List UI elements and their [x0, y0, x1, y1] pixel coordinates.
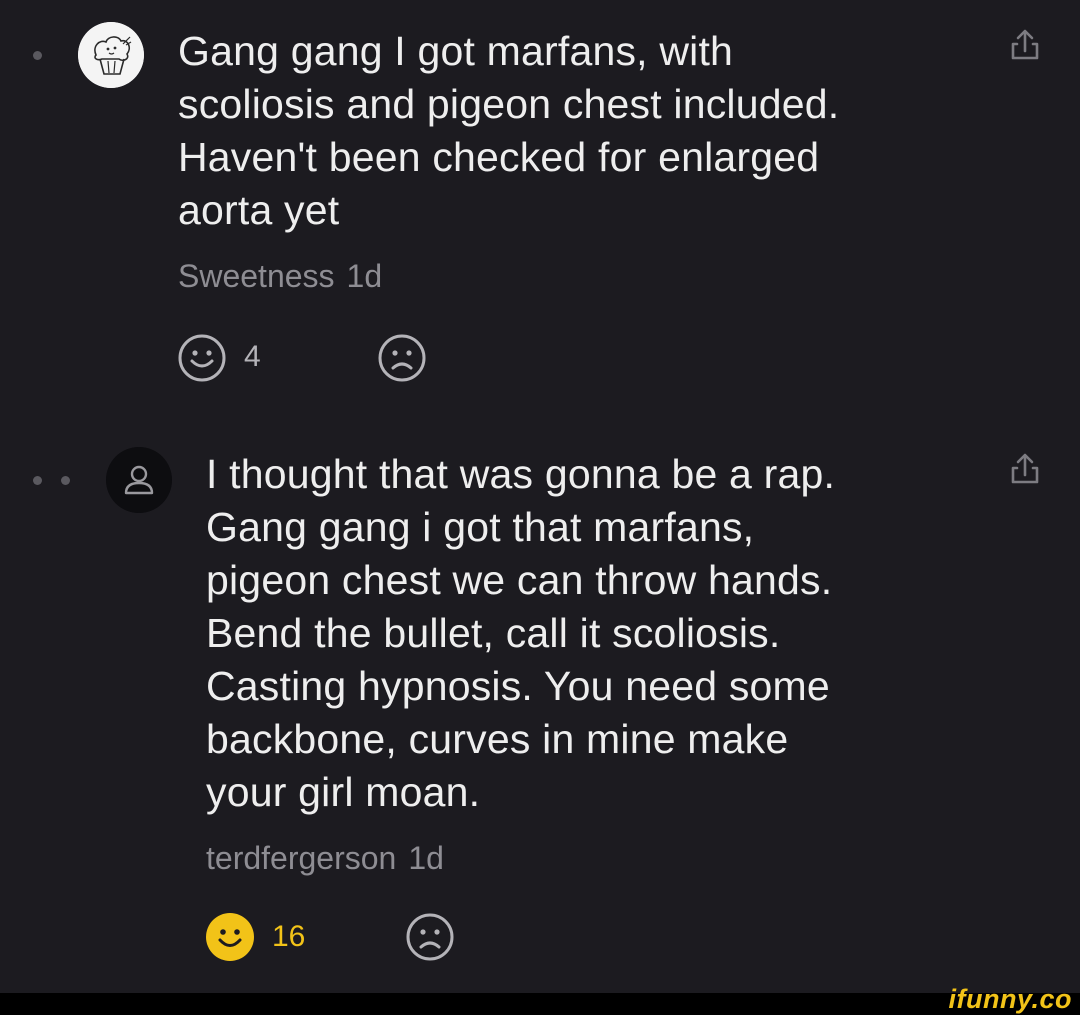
comment-author[interactable]: Sweetness: [178, 258, 335, 294]
smile-icon-active[interactable]: [205, 912, 255, 962]
comment-text: Gang gang I got marfans, with scoliosis …: [178, 28, 840, 233]
ifunny-watermark: ifunny.co: [948, 984, 1072, 1014]
comment-meta: terdfergerson 1d: [206, 838, 444, 878]
frown-icon[interactable]: [405, 912, 455, 962]
comment-author[interactable]: terdfergerson: [206, 840, 396, 876]
share-icon[interactable]: [1005, 450, 1045, 490]
smile-icon[interactable]: [177, 333, 227, 383]
share-icon[interactable]: [1005, 26, 1045, 66]
default-user-icon: [106, 447, 172, 513]
user-avatar[interactable]: [78, 22, 144, 88]
frown-icon[interactable]: [377, 333, 427, 383]
muffin-drawing-icon: [78, 22, 144, 88]
comment-meta: Sweetness 1d: [178, 256, 382, 296]
comment-time: 1d: [346, 258, 383, 294]
like-count: 4: [244, 340, 261, 373]
thread-depth-dot: [61, 476, 70, 485]
comment-text: I thought that was gonna be a rap. Gang …: [206, 451, 836, 815]
comment-time: 1d: [408, 840, 444, 876]
bottom-band: [0, 993, 1080, 1015]
like-count: 16: [272, 920, 306, 953]
thread-depth-dot: [33, 476, 42, 485]
user-avatar[interactable]: [106, 447, 172, 513]
thread-depth-dot: [33, 51, 42, 60]
